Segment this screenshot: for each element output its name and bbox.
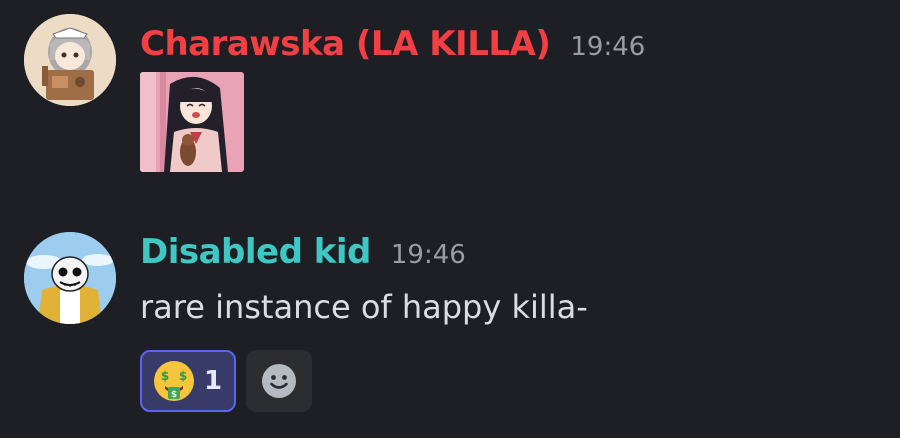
- skeleton-character-avatar: [24, 232, 116, 324]
- message-text: rare instance of happy killa-: [140, 288, 588, 326]
- add-reaction-smiley-icon: [262, 364, 297, 398]
- user-avatar[interactable]: [24, 14, 116, 106]
- anime-girl-smiling-image: [140, 72, 244, 172]
- gray-haired-anime-girl-avatar: [24, 14, 116, 106]
- reactions-bar: $ $ $ 1: [140, 350, 313, 412]
- timestamp[interactable]: 19:46: [391, 240, 466, 270]
- reaction-money-mouth[interactable]: $ $ $ 1: [140, 350, 237, 412]
- message-header: Disabled kid 19:46: [140, 232, 466, 272]
- username[interactable]: Disabled kid: [140, 232, 371, 272]
- timestamp[interactable]: 19:46: [570, 32, 645, 62]
- message: Disabled kid 19:46 rare instance of happ…: [0, 228, 900, 438]
- message: Charawska (LA KILLA) 19:46: [0, 0, 900, 200]
- add-reaction-button[interactable]: [246, 350, 313, 412]
- svg-text:$: $: [179, 369, 187, 383]
- username[interactable]: Charawska (LA KILLA): [140, 24, 551, 64]
- user-avatar[interactable]: [24, 232, 116, 324]
- money-mouth-face-icon: $ $ $: [154, 361, 194, 401]
- message-header: Charawska (LA KILLA) 19:46: [140, 24, 645, 64]
- reaction-count: 1: [204, 366, 223, 396]
- svg-text:$: $: [171, 390, 177, 400]
- svg-text:$: $: [161, 369, 169, 383]
- image-attachment[interactable]: [140, 72, 244, 172]
